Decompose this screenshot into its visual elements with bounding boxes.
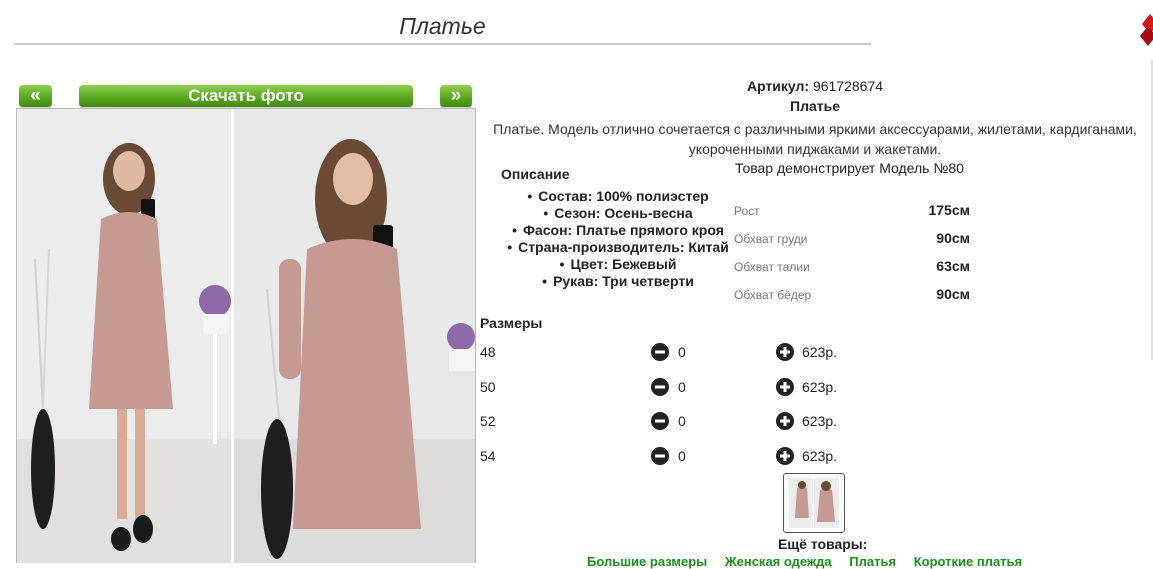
- spec-item: Сезон: Осень-весна: [478, 205, 758, 222]
- size-row: 50 0 623р.: [480, 376, 940, 398]
- size-label: 48: [480, 344, 496, 360]
- minus-circle-icon[interactable]: [651, 447, 669, 465]
- quantity-value: 0: [678, 448, 686, 464]
- price: 623р.: [802, 379, 838, 395]
- product-photo[interactable]: [16, 108, 476, 563]
- plus-circle-icon[interactable]: [776, 412, 794, 430]
- measure-label: Обхват груди: [734, 232, 808, 246]
- sku-label: Артикул:: [746, 78, 810, 94]
- spec-item: Фасон: Платье прямого кроя: [478, 222, 758, 239]
- measure-row: Обхват груди 90см: [734, 230, 970, 248]
- minus-circle-icon[interactable]: [651, 412, 669, 430]
- page-title: Платье: [14, 12, 871, 45]
- size-label: 50: [480, 379, 496, 395]
- measure-label: Рост: [734, 204, 760, 218]
- sku-line: Артикул: 961728674: [478, 78, 1152, 94]
- measure-value: 63см: [936, 258, 970, 274]
- spec-item: Цвет: Бежевый: [478, 256, 758, 273]
- measure-row: Обхват талии 63см: [734, 258, 970, 276]
- description-line-1: Платье. Модель отлично сочетается с разл…: [493, 121, 1137, 137]
- measure-value: 175см: [928, 202, 970, 218]
- size-row: 52 0 623р.: [480, 410, 940, 432]
- corner-logo-icon: [1140, 14, 1153, 46]
- measure-row: Обхват бёдер 90см: [734, 286, 970, 304]
- price: 623р.: [802, 344, 838, 360]
- measure-row: Рост 175см: [734, 202, 970, 220]
- quantity-value: 0: [678, 413, 686, 429]
- specs-title: Описание: [501, 166, 570, 182]
- more-products-title: Ещё товары:: [778, 536, 868, 552]
- specs-list: Состав: 100% полиэстер Сезон: Осень-весн…: [478, 188, 758, 290]
- measure-label: Обхват бёдер: [734, 288, 812, 302]
- size-row: 48 0 623р.: [480, 341, 940, 363]
- size-label: 52: [480, 413, 496, 429]
- product-name: Платье: [790, 98, 840, 114]
- prev-photo-button[interactable]: «: [19, 85, 52, 107]
- size-label: 54: [480, 448, 496, 464]
- minus-circle-icon[interactable]: [651, 378, 669, 396]
- sku-value: 961728674: [812, 78, 884, 94]
- plus-circle-icon[interactable]: [776, 378, 794, 396]
- description-line-2: укороченными пиджаками и жакетами.: [688, 141, 942, 157]
- measure-value: 90см: [936, 230, 970, 246]
- spec-item: Рукав: Три четверти: [478, 273, 758, 290]
- product-description: Платье. Модель отлично сочетается с разл…: [478, 119, 1152, 159]
- spec-item: Состав: 100% полиэстер: [478, 188, 758, 205]
- next-photo-button[interactable]: »: [440, 85, 472, 107]
- plus-circle-icon[interactable]: [776, 447, 794, 465]
- download-photo-button[interactable]: Скачать фото: [79, 85, 413, 107]
- quantity-value: 0: [678, 344, 686, 360]
- photo-thumbnail[interactable]: [783, 473, 845, 533]
- plus-circle-icon[interactable]: [776, 343, 794, 361]
- minus-circle-icon[interactable]: [651, 343, 669, 361]
- size-row: 54 0 623р.: [480, 445, 940, 467]
- spec-item: Страна-производитель: Китай: [478, 239, 758, 256]
- sizes-title: Размеры: [480, 315, 543, 331]
- price: 623р.: [802, 448, 838, 464]
- price: 623р.: [802, 413, 838, 429]
- model-title: Товар демонстрирует Модель №80: [735, 160, 964, 176]
- measure-value: 90см: [936, 286, 970, 302]
- measure-label: Обхват талии: [734, 260, 810, 274]
- quantity-value: 0: [678, 379, 686, 395]
